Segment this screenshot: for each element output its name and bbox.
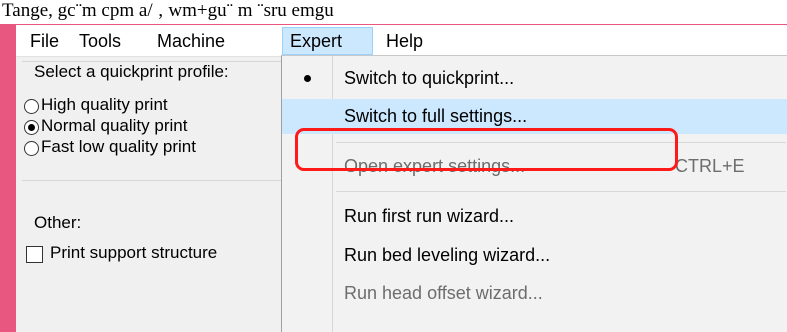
other-label: Other: bbox=[34, 213, 82, 232]
menu-file[interactable]: File bbox=[23, 27, 66, 55]
menu-separator bbox=[336, 191, 786, 192]
menu-item-label: Switch to quickprint... bbox=[344, 68, 515, 88]
radio-fast-quality[interactable] bbox=[24, 141, 39, 156]
page-caption: Tange, gc¨m cpm a/ ‚ wm+gu¨ m ¨sru emgu bbox=[0, 0, 787, 24]
menu-item-shortcut: CTRL+E bbox=[675, 156, 745, 176]
menu-item-bed-leveling-wizard[interactable]: Run bed leveling wizard... bbox=[282, 238, 787, 273]
menu-item-switch-quickprint[interactable]: Switch to quickprint... bbox=[282, 61, 787, 96]
menu-item-label: Run first run wizard... bbox=[344, 206, 515, 226]
radio-high-quality-label[interactable]: High quality print bbox=[41, 95, 168, 115]
expert-menu-dropdown: Switch to quickprint... Switch to full s… bbox=[281, 55, 787, 332]
menu-machine[interactable]: Machine bbox=[150, 27, 232, 55]
menu-tools[interactable]: Tools bbox=[72, 27, 128, 55]
menu-item-head-offset-wizard[interactable]: Run head offset wizard... bbox=[282, 276, 787, 311]
menu-expert[interactable]: Expert bbox=[282, 27, 373, 55]
radio-fast-quality-label[interactable]: Fast low quality print bbox=[41, 137, 196, 157]
support-structure-checkbox[interactable] bbox=[26, 246, 43, 263]
highlight-annotation-box bbox=[295, 128, 678, 171]
panel-divider bbox=[22, 180, 281, 181]
quickprint-profile-label: Select a quickprint profile: bbox=[34, 62, 229, 81]
menu-item-label: Run head offset wizard... bbox=[344, 283, 543, 303]
app-window: File Tools Machine Expert Help Select a … bbox=[16, 25, 787, 332]
support-structure-label[interactable]: Print support structure bbox=[50, 243, 217, 263]
menu-item-label: Run bed leveling wizard... bbox=[344, 245, 551, 265]
selected-bullet-icon bbox=[304, 75, 311, 82]
menubar: File Tools Machine Expert Help bbox=[16, 25, 787, 57]
menu-item-first-run-wizard[interactable]: Run first run wizard... bbox=[282, 199, 787, 234]
radio-normal-quality[interactable] bbox=[24, 120, 39, 135]
radio-normal-quality-label[interactable]: Normal quality print bbox=[41, 116, 187, 136]
radio-high-quality[interactable] bbox=[24, 99, 39, 114]
menu-help[interactable]: Help bbox=[379, 27, 430, 55]
